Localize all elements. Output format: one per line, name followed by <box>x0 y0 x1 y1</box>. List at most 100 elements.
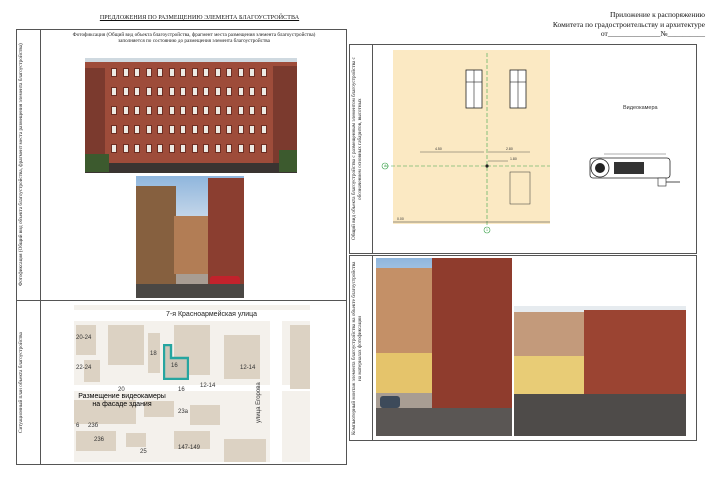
photomontage-label: Компьютерный монтаж элемента благоустрой… <box>351 261 363 435</box>
facade-window <box>180 106 186 115</box>
map-block <box>224 439 266 462</box>
facade-window <box>111 106 117 115</box>
facade-window <box>203 87 209 96</box>
facade-window <box>168 87 175 96</box>
facade-window <box>249 144 255 153</box>
facade-window <box>226 125 232 134</box>
camera-icon <box>589 153 680 187</box>
map-block <box>108 325 144 365</box>
facade-window <box>214 144 221 153</box>
montage-right-yellow-wall <box>514 356 584 396</box>
facade-window <box>157 144 163 153</box>
facade-window <box>260 106 267 115</box>
map-block <box>126 433 146 447</box>
map-house-number: 20-24 <box>76 335 92 341</box>
facade-window <box>260 87 267 96</box>
facade-window <box>180 87 186 96</box>
facade-window <box>134 125 140 134</box>
placement-note-line-1: Размещение видеокамеры <box>78 393 166 400</box>
map-house-number: 236 <box>94 437 105 443</box>
facade-window <box>180 125 186 134</box>
map-house-number: 147-149 <box>178 445 201 451</box>
right-bottom-column-divider <box>372 255 373 441</box>
courtyard-photo-back-building <box>174 216 212 274</box>
map-house-number: 12-14 <box>200 383 216 389</box>
facade-window <box>191 68 198 77</box>
facade-window <box>111 87 117 96</box>
facade-window <box>168 68 175 77</box>
courtyard-photo-left-building <box>136 186 176 298</box>
facade-window <box>249 125 255 134</box>
facade-window <box>237 144 244 153</box>
placement-note: Размещение видеокамеры на фасаде здания <box>74 393 172 409</box>
montage-left-car <box>380 396 400 408</box>
appendix-line-2: Комитета по градостроительству и архитек… <box>552 19 705 29</box>
facade-window <box>134 87 140 96</box>
map-house-number: 22-24 <box>76 365 92 371</box>
photo-caption-line-2: заполняется по состоянию до размещения э… <box>118 38 270 45</box>
map-house-number: 25 <box>140 449 147 455</box>
map-house-number: 23а <box>178 409 189 415</box>
facade-window <box>157 87 163 96</box>
camera-label: Видеокамера <box>623 105 658 111</box>
facade-window <box>226 106 232 115</box>
facade-photo-ground <box>85 163 297 173</box>
left-document-title: ПРЕДЛОЖЕНИЯ ПО РАЗМЕЩЕНИЮ ЭЛЕМЕНТА БЛАГО… <box>99 15 300 21</box>
facade-window <box>203 144 209 153</box>
axis-mark-1: 1 <box>486 228 488 232</box>
left-panel-row-divider <box>16 300 347 301</box>
facade-drawing-label: Общий вид объекта благоустройства с разм… <box>351 57 363 241</box>
facade-window <box>226 87 232 96</box>
facade-window <box>134 144 140 153</box>
dimension-horizontal-right: 2.80 <box>506 147 513 151</box>
montage-left-yellow-wall <box>376 353 436 393</box>
map-side-street-label: улица Егорова <box>256 382 262 423</box>
facade-window <box>260 68 267 77</box>
facade-window <box>145 144 152 153</box>
highlighted-building[interactable] <box>163 344 189 380</box>
facade-window <box>157 68 163 77</box>
facade-window <box>237 106 244 115</box>
montage-right-ground <box>514 394 686 436</box>
facade-window <box>122 125 129 134</box>
map-house-number: 18 <box>150 351 157 357</box>
facade-window <box>214 106 221 115</box>
facade-window <box>214 125 221 134</box>
facade-window <box>111 144 117 153</box>
photo-caption: Фотофиксация (Общий вид объекта благоуст… <box>44 32 344 44</box>
facade-window <box>260 125 267 134</box>
facade-window <box>214 68 221 77</box>
left-panel-column-divider <box>40 29 41 465</box>
map-block <box>290 325 310 389</box>
facade-window <box>168 106 175 115</box>
map-house-number: 16 <box>178 387 185 393</box>
facade-window <box>203 106 209 115</box>
facade-window <box>237 68 244 77</box>
facade-window <box>145 87 152 96</box>
facade-window <box>226 68 232 77</box>
facade-window <box>145 106 152 115</box>
facade-window <box>191 125 198 134</box>
situation-section-label: Ситуационный план объекта благоустройств… <box>18 332 24 434</box>
dimension-camera-height: 1.80 <box>510 157 517 161</box>
axis-mark-a: А <box>384 164 387 168</box>
facade-window <box>145 68 152 77</box>
montage-photo-left <box>376 258 512 436</box>
facade-window <box>237 125 244 134</box>
facade-window <box>260 144 267 153</box>
dimension-ground-level: 0.00 <box>397 217 404 221</box>
right-top-column-divider <box>372 44 373 254</box>
facade-window <box>203 125 209 134</box>
facade-window <box>145 125 152 134</box>
appendix-line-1: Приложение к распоряжению <box>609 10 705 19</box>
courtyard-photo <box>136 176 244 298</box>
facade-window <box>203 68 209 77</box>
map-house-number: 12-14 <box>240 365 256 371</box>
courtyard-photo-right-building <box>208 178 244 288</box>
facade-window <box>226 144 232 153</box>
courtyard-photo-ground <box>136 284 244 298</box>
facade-window <box>111 68 117 77</box>
facade-window <box>249 106 255 115</box>
appendix-block: Приложение к распоряжению Комитета по гр… <box>530 10 705 39</box>
facade-window <box>191 106 198 115</box>
